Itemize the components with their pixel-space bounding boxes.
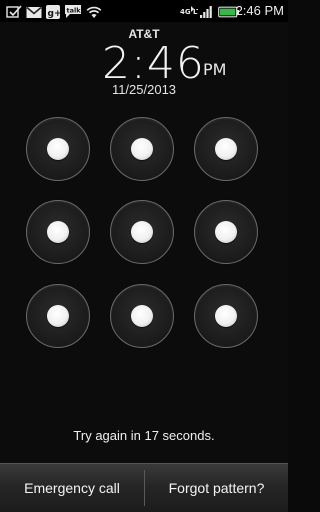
emergency-call-button[interactable]: Emergency call	[0, 464, 144, 512]
svg-text:g+: g+	[48, 9, 61, 19]
svg-text:talk: talk	[67, 7, 82, 15]
talk-icon: talk	[64, 4, 82, 18]
google-plus-icon: g+	[46, 4, 61, 19]
wifi-icon	[86, 4, 102, 18]
pattern-node-2[interactable]	[110, 117, 174, 181]
pattern-dot	[131, 305, 153, 327]
pattern-node-3[interactable]	[194, 117, 258, 181]
pattern-node-1[interactable]	[26, 117, 90, 181]
pattern-node-6[interactable]	[194, 200, 258, 264]
status-bar: g+ talk 4G LTE	[0, 0, 288, 22]
pattern-node-5[interactable]	[110, 200, 174, 264]
pattern-node-9[interactable]	[194, 284, 258, 348]
lock-screen: g+ talk 4G LTE	[0, 0, 288, 512]
forgot-pattern-button[interactable]: Forgot pattern?	[145, 464, 288, 512]
pattern-dot	[131, 138, 153, 160]
svg-text:4G LTE: 4G LTE	[180, 8, 198, 16]
pattern-dot	[215, 221, 237, 243]
pattern-node-7[interactable]	[26, 284, 90, 348]
pattern-dot	[47, 138, 69, 160]
pattern-grid[interactable]	[26, 117, 266, 367]
network-4g-lte-icon: 4G LTE	[180, 4, 206, 18]
pattern-dot	[131, 221, 153, 243]
task-checkbox-icon	[6, 4, 22, 18]
pattern-dot	[47, 221, 69, 243]
pattern-node-8[interactable]	[110, 284, 174, 348]
lockout-message: Try again in 17 seconds.	[73, 428, 215, 443]
lock-clock: 2:46	[102, 38, 205, 89]
pattern-dot	[215, 138, 237, 160]
pattern-dot	[47, 305, 69, 327]
status-time: 2:46 PM	[235, 3, 284, 18]
bottom-action-bar: Emergency call Forgot pattern?	[0, 463, 288, 512]
lock-date: 11/25/2013	[111, 82, 177, 97]
lock-clock-ampm: PM	[203, 60, 227, 79]
pattern-dot	[215, 305, 237, 327]
signal-icon	[199, 4, 213, 18]
pattern-node-4[interactable]	[26, 200, 90, 264]
gmail-icon	[26, 4, 42, 18]
